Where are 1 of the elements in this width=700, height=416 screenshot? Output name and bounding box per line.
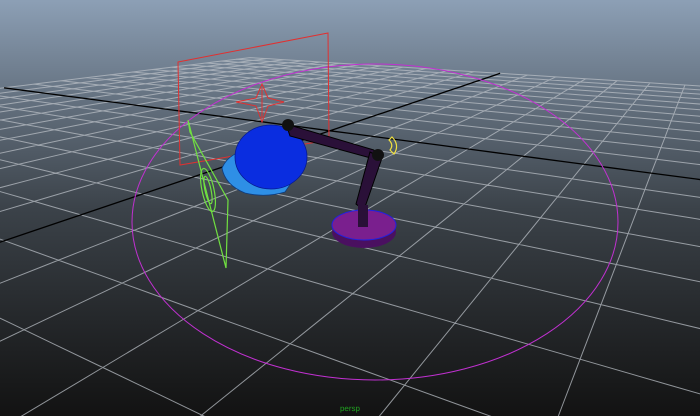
- camera-label: persp: [340, 404, 360, 414]
